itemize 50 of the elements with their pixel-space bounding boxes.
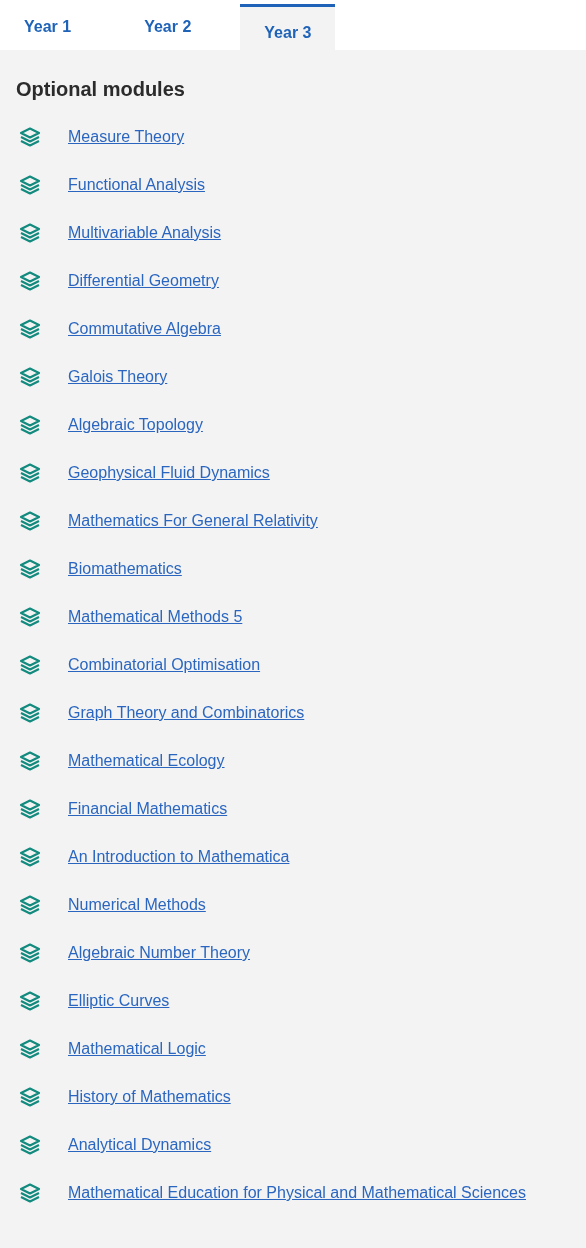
module-link[interactable]: Elliptic Curves [68, 992, 170, 1010]
layers-icon [19, 1135, 41, 1155]
layers-icon [19, 559, 41, 579]
module-link[interactable]: History of Mathematics [68, 1088, 231, 1106]
layers-icon [19, 463, 41, 483]
layers-icon [19, 1183, 41, 1203]
layers-icon [19, 175, 41, 195]
module-link[interactable]: Differential Geometry [68, 272, 219, 290]
module-link[interactable]: Commutative Algebra [68, 320, 221, 338]
section-heading: Optional modules [16, 78, 186, 101]
layers-icon [19, 1039, 41, 1059]
layers-icon [19, 319, 41, 339]
module-link[interactable]: Algebraic Number Theory [68, 944, 250, 962]
layers-icon [19, 223, 41, 243]
module-link[interactable]: Analytical Dynamics [68, 1136, 212, 1154]
layers-icon [19, 271, 41, 291]
module-link[interactable]: Functional Analysis [68, 176, 205, 194]
layers-icon [19, 1087, 41, 1107]
module-link[interactable]: An Introduction to Mathematica [68, 848, 290, 866]
module-link[interactable]: Mathematical Education for Physical and Mathematical Sciences [68, 1184, 526, 1202]
module-link[interactable]: Measure Theory [68, 128, 185, 146]
module-link[interactable]: Mathematical Ecology [68, 752, 225, 770]
layers-icon [19, 415, 41, 435]
module-link[interactable]: Geophysical Fluid Dynamics [68, 464, 270, 482]
layers-icon [19, 367, 41, 387]
year-tab[interactable]: Year 2 [120, 0, 216, 50]
module-link[interactable]: Biomathematics [68, 560, 182, 578]
module-link[interactable]: Mathematics For General Relativity [68, 512, 318, 530]
module-link[interactable]: Mathematical Methods 5 [68, 608, 243, 626]
layers-icon [19, 895, 41, 915]
module-link[interactable]: Financial Mathematics [68, 800, 228, 818]
layers-icon [19, 127, 41, 147]
module-link[interactable]: Graph Theory and Combinatorics [68, 704, 305, 722]
layers-icon [19, 943, 41, 963]
year-tab[interactable]: Year 1 [0, 0, 96, 50]
module-link[interactable]: Galois Theory [68, 368, 168, 386]
layers-icon [19, 751, 41, 771]
module-link[interactable]: Multivariable Analysis [68, 224, 221, 242]
module-link[interactable]: Algebraic Topology [68, 416, 203, 434]
layers-icon [19, 511, 41, 531]
module-link[interactable]: Numerical Methods [68, 896, 206, 914]
layers-icon [19, 607, 41, 627]
layers-icon [19, 703, 41, 723]
layers-icon [19, 655, 41, 675]
layers-icon [19, 991, 41, 1011]
layers-icon [19, 847, 41, 867]
module-link[interactable]: Mathematical Logic [68, 1040, 206, 1058]
year-tab[interactable]: Year 3 [240, 4, 336, 50]
layers-icon [19, 799, 41, 819]
module-link[interactable]: Combinatorial Optimisation [68, 656, 261, 674]
